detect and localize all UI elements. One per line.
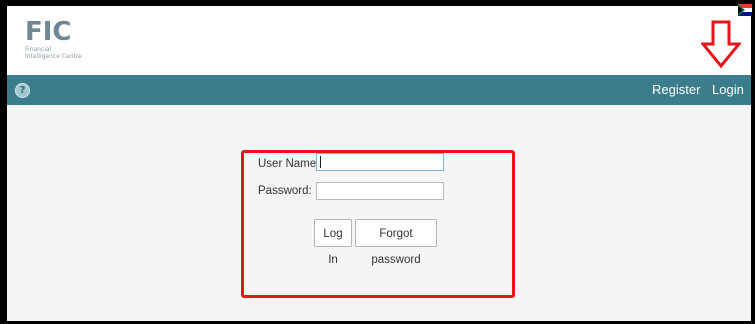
- logo-letters: FIC: [25, 17, 72, 44]
- password-label: Password:: [258, 185, 312, 197]
- fic-logo-mark: FIC: [25, 17, 72, 44]
- site-header: FIC Financial Intelligence Centre: [7, 6, 751, 74]
- top-nav-bar: ? Register Login: [7, 75, 751, 105]
- frame-right: [751, 0, 755, 324]
- username-label: User Name:: [258, 158, 320, 170]
- help-icon[interactable]: ?: [15, 83, 30, 98]
- down-arrow-icon: [701, 20, 741, 69]
- log-in-button[interactable]: Log In: [314, 219, 352, 266]
- text-cursor: [320, 156, 321, 168]
- logo-caption: Financial Intelligence Centre: [25, 46, 82, 60]
- logo-caption-line1: Financial: [25, 46, 52, 53]
- frame-left: [0, 0, 7, 324]
- logo-caption-line2: Intelligence Centre: [25, 53, 82, 60]
- forgot-password-button[interactable]: Forgot password: [355, 219, 437, 266]
- register-link[interactable]: Register: [652, 82, 700, 98]
- language-flag-icon[interactable]: [738, 4, 752, 16]
- password-input[interactable]: [316, 182, 444, 200]
- username-input[interactable]: [316, 153, 444, 171]
- login-link[interactable]: Login: [712, 82, 744, 98]
- fic-logo[interactable]: FIC Financial Intelligence Centre: [25, 16, 105, 71]
